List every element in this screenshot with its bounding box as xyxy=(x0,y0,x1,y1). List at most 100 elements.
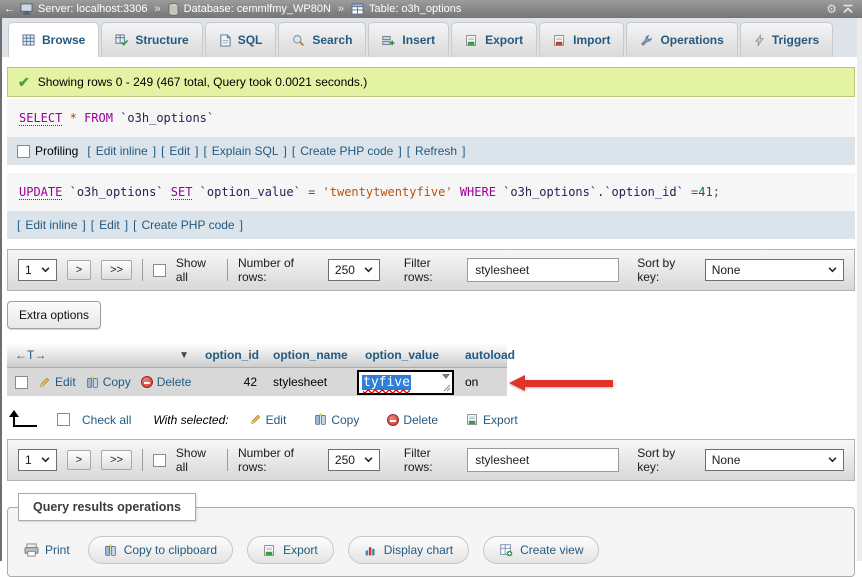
next-page-button[interactable]: > xyxy=(66,450,92,470)
with-selected-row: Check all With selected: Edit Copy Delet… xyxy=(9,410,855,427)
sql-identifier: `o3h_options`.`option_id` xyxy=(503,185,684,199)
divider xyxy=(141,449,143,471)
row-edit-link[interactable]: Edit xyxy=(38,375,76,389)
tab-sql[interactable]: SQL xyxy=(204,22,277,57)
panel-left-edge xyxy=(0,0,2,561)
row-copy-link[interactable]: Copy xyxy=(86,375,131,389)
query-results-operations: Query results operations Print Copy to c… xyxy=(7,493,855,577)
row-edit-label: Edit xyxy=(55,375,76,389)
edit-link[interactable]: Edit xyxy=(99,218,120,232)
refresh-link[interactable]: Refresh xyxy=(415,144,457,158)
create-php-code-link[interactable]: Create PHP code xyxy=(300,144,393,158)
filter-rows-input[interactable] xyxy=(467,448,620,472)
tab-insert[interactable]: Insert xyxy=(368,22,450,57)
tab-import[interactable]: Import xyxy=(539,22,625,57)
printer-icon xyxy=(24,543,39,557)
export-sheet-icon xyxy=(263,544,276,557)
sql-keyword[interactable]: SET xyxy=(170,185,193,200)
tab-browse[interactable]: Browse xyxy=(8,22,100,57)
extra-options-button[interactable]: Extra options xyxy=(7,301,102,329)
tab-search[interactable]: Search xyxy=(278,22,367,57)
query-results-operations-legend: Query results operations xyxy=(18,493,196,521)
column-header-autoload[interactable]: autoload xyxy=(457,343,515,367)
copy-to-clipboard-button[interactable]: Copy to clipboard xyxy=(87,536,234,564)
breadcrumb-server[interactable]: Server: localhost:3306 xyxy=(38,3,147,15)
update-links-row: [ Edit inline ] [ Edit ] [ Create PHP co… xyxy=(7,211,855,239)
number-of-rows-select[interactable]: 250 xyxy=(327,449,380,471)
editor-dropdown-icon[interactable] xyxy=(442,373,450,379)
selected-export-button[interactable]: Export xyxy=(466,413,518,427)
page-select[interactable]: 1 xyxy=(18,259,57,281)
tab-operations[interactable]: Operations xyxy=(626,22,738,57)
number-of-rows-value: 250 xyxy=(334,263,355,277)
server-icon xyxy=(20,3,33,15)
create-php-code-link[interactable]: Create PHP code xyxy=(141,218,234,232)
edit-inline-link[interactable]: Edit inline xyxy=(25,218,77,232)
tab-triggers[interactable]: Triggers xyxy=(739,22,834,57)
table-header-row: ←T→ ▼ option_id option_name option_value… xyxy=(7,343,515,368)
browse-icon xyxy=(22,34,35,46)
last-page-button[interactable]: >> xyxy=(101,260,132,280)
show-all-checkbox[interactable] xyxy=(152,453,166,467)
filter-rows-label: Filter rows: xyxy=(403,446,433,474)
breadcrumb-database[interactable]: Database: cemmlfmy_WP80N xyxy=(184,3,331,15)
selected-edit-button[interactable]: Edit xyxy=(249,413,286,427)
print-label: Print xyxy=(45,543,70,557)
sql-semicolon: ; xyxy=(712,185,720,199)
check-all-checkbox[interactable] xyxy=(57,413,70,426)
profiling-checkbox[interactable] xyxy=(17,144,30,158)
tab-export[interactable]: Export xyxy=(451,22,538,57)
row-actions-nav-icon[interactable]: ←T→ xyxy=(15,348,46,362)
pagination-bar-bottom: 1 > >> Show all Number of rows: 250 Filt… xyxy=(7,439,855,481)
with-selected-label: With selected: xyxy=(153,412,229,427)
next-page-button[interactable]: > xyxy=(66,260,92,280)
explain-sql-link[interactable]: Explain SQL xyxy=(212,144,279,158)
check-all-link[interactable]: Check all xyxy=(82,413,131,427)
breadcrumb-table[interactable]: Table: o3h_options xyxy=(369,3,461,15)
copy-icon xyxy=(314,413,327,426)
column-header-option-name[interactable]: option_name xyxy=(265,343,357,367)
gear-icon[interactable]: ⚙ xyxy=(826,3,837,15)
sort-by-key-label: Sort by key: xyxy=(637,446,676,474)
collapse-top-icon[interactable] xyxy=(842,4,854,14)
show-all-checkbox[interactable] xyxy=(152,263,166,277)
row-delete-link[interactable]: Delete xyxy=(140,375,191,389)
sort-by-key-select[interactable]: None xyxy=(704,449,844,471)
tab-label: Export xyxy=(485,33,524,47)
column-header-option-value[interactable]: option_value xyxy=(357,343,457,367)
delete-icon xyxy=(140,376,153,388)
options-dropdown-icon[interactable]: ▼ xyxy=(179,350,189,361)
cell-option-id: 42 xyxy=(243,375,257,389)
sort-by-key-select[interactable]: None xyxy=(704,259,844,281)
edit-inline-link[interactable]: Edit inline xyxy=(96,144,148,158)
sql-keyword[interactable]: UPDATE xyxy=(19,185,63,200)
triggers-icon xyxy=(754,33,765,47)
number-of-rows-select[interactable]: 250 xyxy=(327,259,380,281)
tab-structure[interactable]: Structure xyxy=(101,22,203,57)
selected-copy-label: Copy xyxy=(331,412,360,427)
sql-identifier: `o3h_options` xyxy=(120,111,215,125)
chevron-down-icon xyxy=(364,267,373,273)
display-chart-button[interactable]: Display chart xyxy=(347,536,470,564)
bracket: [ xyxy=(406,144,411,158)
chevron-down-icon xyxy=(828,457,837,463)
selected-copy-button[interactable]: Copy xyxy=(314,413,359,427)
option-value-inline-editor[interactable]: tyfive xyxy=(357,369,454,395)
page-select[interactable]: 1 xyxy=(18,449,57,471)
last-page-button[interactable]: >> xyxy=(101,450,132,470)
edit-link[interactable]: Edit xyxy=(169,144,190,158)
print-button[interactable]: Print xyxy=(20,537,74,563)
export-button[interactable]: Export xyxy=(247,536,334,564)
editor-resize-grip-icon[interactable] xyxy=(443,384,451,392)
success-message-text: Showing rows 0 - 249 (467 total, Query t… xyxy=(37,75,368,89)
page-select-value: 1 xyxy=(25,263,32,277)
back-arrow-icon[interactable]: ← xyxy=(4,3,15,15)
bracket: ] xyxy=(195,144,199,158)
filter-rows-input[interactable] xyxy=(467,258,620,282)
create-view-button[interactable]: Create view xyxy=(483,536,600,564)
sql-keyword[interactable]: SELECT xyxy=(19,111,63,126)
sql-operator: = xyxy=(308,185,316,199)
row-checkbox[interactable] xyxy=(15,375,28,389)
column-header-option-id[interactable]: option_id xyxy=(197,343,265,367)
selected-delete-button[interactable]: Delete xyxy=(387,413,438,427)
